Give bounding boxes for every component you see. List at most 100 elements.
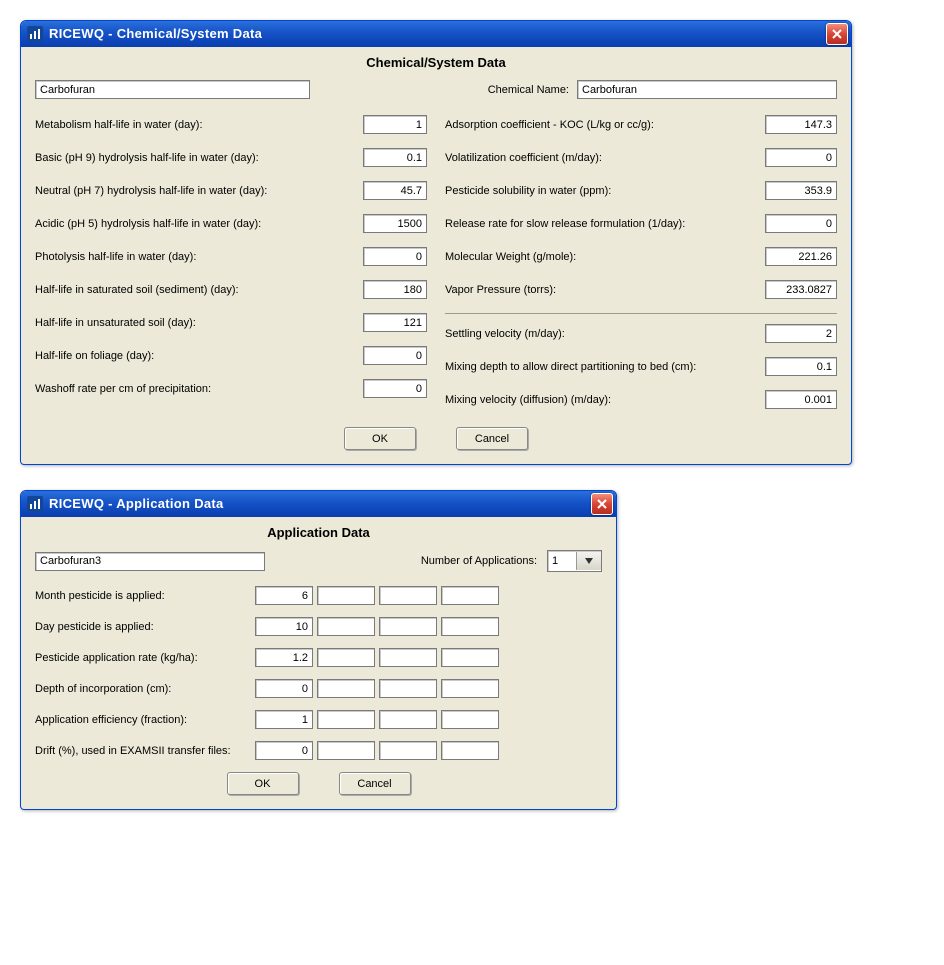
ok-button[interactable]: OK [344,427,416,450]
field-label: Vapor Pressure (torrs): [445,284,765,296]
field-row: Mixing depth to allow direct partitionin… [445,357,837,376]
field-row: Half-life on foliage (day):0 [35,346,427,365]
window-title: RICEWQ - Chemical/System Data [49,26,826,41]
divider [445,313,837,314]
field-row: Basic (pH 9) hydrolysis half-life in wat… [35,148,427,167]
chemical-name-secondary-input[interactable] [577,80,837,99]
cell-input[interactable]: 1.2 [255,648,313,667]
titlebar: RICEWQ - Application Data [21,491,616,517]
cell-group: 1 [255,710,499,729]
field-row: Half-life in unsaturated soil (day):121 [35,313,427,332]
field-input[interactable]: 0 [363,379,427,398]
window-chemical-system-data: RICEWQ - Chemical/System Data Chemical/S… [20,20,852,465]
field-label: Washoff rate per cm of precipitation: [35,383,363,395]
app-field-row: Month pesticide is applied:6 [35,586,602,605]
app-field-row: Pesticide application rate (kg/ha):1.2 [35,648,602,667]
field-label: Pesticide application rate (kg/ha): [35,652,255,664]
field-row: Washoff rate per cm of precipitation:0 [35,379,427,398]
field-label: Depth of incorporation (cm): [35,683,255,695]
chemical-name-primary-input[interactable] [35,80,310,99]
field-label: Volatilization coefficient (m/day): [445,152,765,164]
num-applications-label: Number of Applications: [421,555,537,567]
chemical-name-label: Chemical Name: [488,84,569,96]
cell-input[interactable]: 1 [255,710,313,729]
field-row: Half-life in saturated soil (sediment) (… [35,280,427,299]
dialog-client: Application Data Number of Applications:… [21,517,616,809]
cell-input[interactable] [379,648,437,667]
field-input[interactable]: 0 [765,148,837,167]
cell-input[interactable]: 0 [255,741,313,760]
cell-input[interactable] [441,586,499,605]
cell-input[interactable] [441,617,499,636]
cell-input[interactable] [317,741,375,760]
cell-input[interactable] [317,710,375,729]
field-input[interactable]: 0 [363,247,427,266]
field-input[interactable]: 221.26 [765,247,837,266]
cell-input[interactable] [379,679,437,698]
cell-input[interactable] [317,648,375,667]
cell-input[interactable] [441,648,499,667]
app-icon [27,26,43,42]
close-icon[interactable] [591,493,613,515]
field-label: Mixing depth to allow direct partitionin… [445,361,765,373]
field-label: Mixing velocity (diffusion) (m/day): [445,394,765,406]
field-label: Acidic (pH 5) hydrolysis half-life in wa… [35,218,363,230]
num-applications-select[interactable]: 1 [547,550,602,572]
left-column: Metabolism half-life in water (day):1 Bas… [35,115,427,423]
field-label: Month pesticide is applied: [35,590,255,602]
cell-input[interactable] [441,679,499,698]
app-field-row: Depth of incorporation (cm):0 [35,679,602,698]
cell-group: 1.2 [255,648,499,667]
cell-input[interactable] [317,617,375,636]
field-row: Volatilization coefficient (m/day):0 [445,148,837,167]
field-input[interactable]: 0 [765,214,837,233]
cell-input[interactable] [379,710,437,729]
chevron-down-icon[interactable] [576,552,601,570]
field-label: Half-life on foliage (day): [35,350,363,362]
field-input[interactable]: 121 [363,313,427,332]
application-name-input[interactable] [35,552,265,571]
ok-button[interactable]: OK [227,772,299,795]
field-label: Drift (%), used in EXAMSII transfer file… [35,745,255,757]
field-input[interactable]: 1500 [363,214,427,233]
cell-input[interactable] [379,617,437,636]
field-input[interactable]: 0.1 [765,357,837,376]
field-input[interactable]: 45.7 [363,181,427,200]
field-input[interactable]: 147.3 [765,115,837,134]
close-icon[interactable] [826,23,848,45]
field-row: Settling velocity (m/day):2 [445,324,837,343]
field-label: Pesticide solubility in water (ppm): [445,185,765,197]
field-input[interactable]: 0 [363,346,427,365]
cell-input[interactable] [379,586,437,605]
cancel-button[interactable]: Cancel [339,772,411,795]
field-label: Neutral (pH 7) hydrolysis half-life in w… [35,185,363,197]
window-application-data: RICEWQ - Application Data Application Da… [20,490,617,810]
cell-group: 6 [255,586,499,605]
app-field-row: Drift (%), used in EXAMSII transfer file… [35,741,602,760]
field-input[interactable]: 180 [363,280,427,299]
field-row: Acidic (pH 5) hydrolysis half-life in wa… [35,214,427,233]
field-input[interactable]: 0.001 [765,390,837,409]
field-label: Application efficiency (fraction): [35,714,255,726]
cell-input[interactable]: 6 [255,586,313,605]
app-field-row: Day pesticide is applied:10 [35,617,602,636]
field-input[interactable]: 353.9 [765,181,837,200]
dialog-heading: Chemical/System Data [35,55,837,70]
cell-input[interactable] [317,679,375,698]
cell-input[interactable]: 0 [255,679,313,698]
cell-input[interactable] [317,586,375,605]
cell-input[interactable] [379,741,437,760]
cell-input[interactable]: 10 [255,617,313,636]
field-row: Adsorption coefficient - KOC (L/kg or cc… [445,115,837,134]
cancel-button[interactable]: Cancel [456,427,528,450]
field-input[interactable]: 1 [363,115,427,134]
field-input[interactable]: 233.0827 [765,280,837,299]
dialog-heading: Application Data [35,525,602,540]
dialog-client: Chemical/System Data Chemical Name: Meta… [21,47,851,464]
field-row: Molecular Weight (g/mole):221.26 [445,247,837,266]
field-input[interactable]: 2 [765,324,837,343]
cell-input[interactable] [441,741,499,760]
field-row: Metabolism half-life in water (day):1 [35,115,427,134]
field-input[interactable]: 0.1 [363,148,427,167]
cell-input[interactable] [441,710,499,729]
